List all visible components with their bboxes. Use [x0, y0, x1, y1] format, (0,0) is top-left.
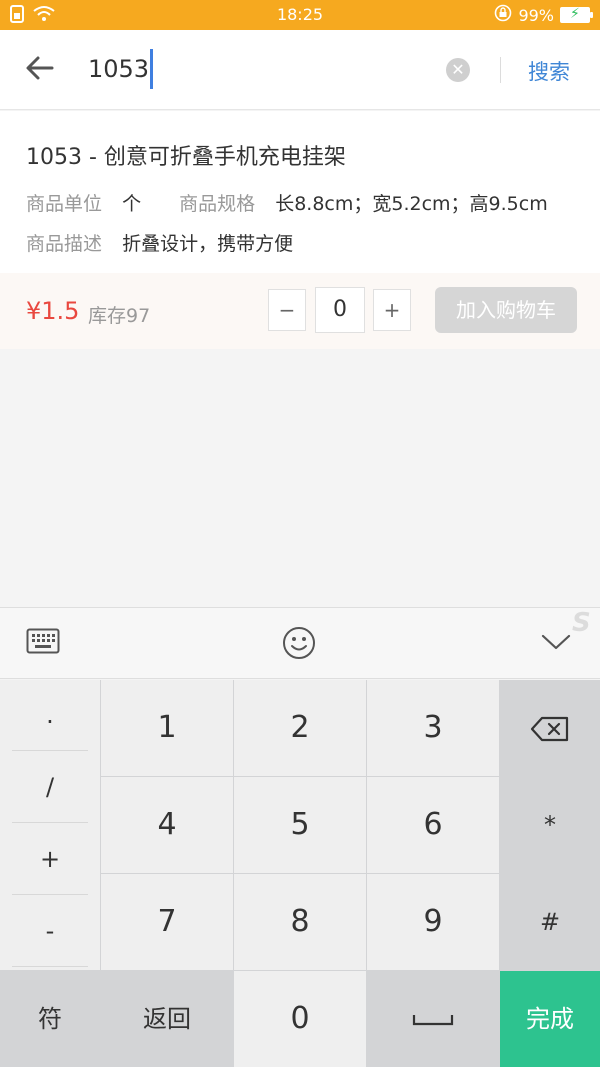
unit-label: 商品单位 — [26, 193, 103, 215]
screen: 18:25 99% ⚡ 1053 ✕ 搜索 1053 - 创意可折叠手机充电挂架… — [0, 0, 600, 1067]
key-slash[interactable]: / — [12, 752, 88, 823]
unit-value: 个 — [122, 193, 142, 215]
emoji-icon[interactable] — [282, 626, 316, 664]
space-key[interactable] — [367, 971, 499, 1067]
search-divider — [500, 57, 501, 83]
key-6[interactable]: 6 — [367, 777, 499, 873]
price: ¥1.5 — [26, 297, 80, 325]
key-2[interactable]: 2 — [234, 680, 366, 776]
back-arrow-icon[interactable] — [22, 50, 58, 86]
stock-count: 库存97 — [88, 305, 151, 327]
status-bar: 18:25 99% ⚡ — [0, 0, 600, 30]
keyboard-toolbar: S — [0, 607, 600, 679]
status-right: 99% ⚡ — [494, 4, 593, 26]
battery-percent: 99% — [518, 5, 554, 25]
clear-icon[interactable]: ✕ — [446, 58, 470, 82]
symbols-key[interactable]: 符 — [0, 971, 100, 1067]
key-3[interactable]: 3 — [367, 680, 499, 776]
product-attributes-row: 商品单位 个 商品规格 长8.8cm；宽5.2cm；高9.5cm — [26, 189, 548, 216]
product-card[interactable]: 1053 - 创意可折叠手机充电挂架 商品单位 个 商品规格 长8.8cm；宽5… — [0, 111, 600, 273]
quantity-minus-button[interactable]: − — [268, 289, 306, 331]
symbol-column: . / + - — [0, 680, 100, 970]
spec-value: 长8.8cm；宽5.2cm；高9.5cm — [275, 193, 548, 215]
backspace-key[interactable] — [500, 680, 600, 776]
key-hash[interactable]: # — [500, 874, 600, 970]
key-8[interactable]: 8 — [234, 874, 366, 970]
search-bar: 1053 ✕ 搜索 — [0, 30, 600, 110]
key-minus[interactable]: - — [12, 896, 88, 967]
battery-icon: ⚡ — [560, 6, 593, 23]
price-bar: ¥1.5 库存97 − 0 + 加入购物车 — [0, 273, 600, 349]
key-9[interactable]: 9 — [367, 874, 499, 970]
quantity-plus-button[interactable]: + — [373, 289, 411, 331]
key-4[interactable]: 4 — [101, 777, 233, 873]
sogou-logo-icon: S — [572, 608, 591, 638]
key-0[interactable]: 0 — [234, 971, 366, 1067]
search-button[interactable]: 搜索 — [528, 56, 570, 86]
rotation-lock-icon — [494, 4, 512, 26]
chevron-down-icon[interactable] — [540, 632, 572, 656]
search-input-value: 1053 — [88, 55, 150, 83]
backspace-icon — [530, 710, 570, 745]
keyboard-icon[interactable] — [26, 628, 60, 658]
key-dot[interactable]: . — [12, 680, 88, 751]
desc-label: 商品描述 — [26, 233, 103, 255]
key-1[interactable]: 1 — [101, 680, 233, 776]
space-icon — [412, 1001, 454, 1036]
desc-value: 折叠设计，携带方便 — [122, 233, 294, 255]
search-input[interactable]: 1053 — [88, 48, 154, 90]
key-star[interactable]: * — [500, 777, 600, 873]
key-7[interactable]: 7 — [101, 874, 233, 970]
product-description-row: 商品描述 折叠设计，携带方便 — [26, 229, 293, 256]
number-keyboard: . / + - 1 2 3 4 5 6 * 7 8 9 # 符 返回 0 完成 — [0, 680, 600, 1067]
text-caret — [150, 49, 154, 89]
product-title: 1053 - 创意可折叠手机充电挂架 — [26, 145, 346, 170]
add-to-cart-button[interactable]: 加入购物车 — [435, 287, 577, 333]
quantity-input[interactable]: 0 — [315, 287, 365, 333]
spec-label: 商品规格 — [179, 193, 256, 215]
key-plus[interactable]: + — [12, 824, 88, 895]
done-key[interactable]: 完成 — [500, 971, 600, 1067]
key-5[interactable]: 5 — [234, 777, 366, 873]
back-key[interactable]: 返回 — [101, 971, 233, 1067]
